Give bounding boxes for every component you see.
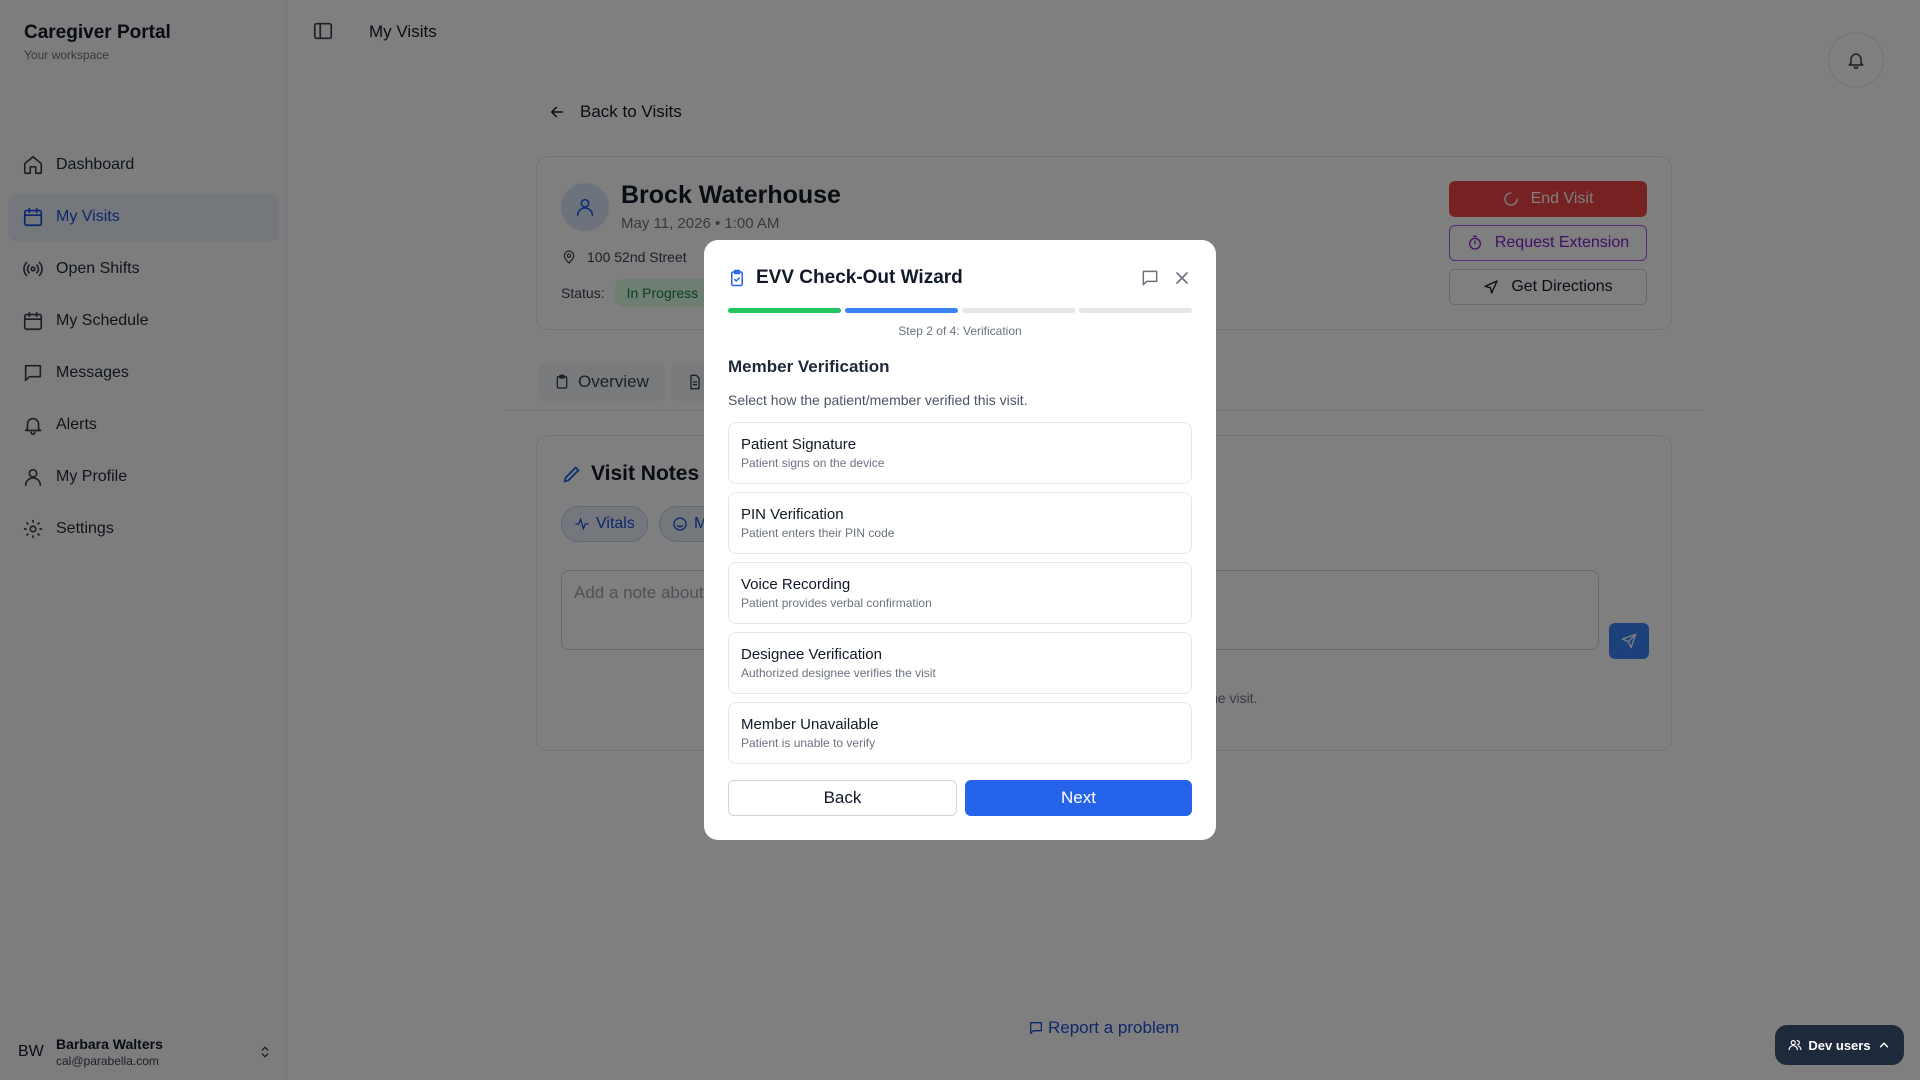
clipboard-check-icon — [731, 269, 743, 287]
next-button[interactable]: Next — [965, 780, 1192, 816]
step-label: Step 2 of 4: Verification — [898, 324, 1022, 338]
option-subtitle: Patient signs on the device — [741, 456, 885, 470]
dialog-footer: Back Next — [728, 780, 1192, 816]
option-title: Member Unavailable — [741, 716, 879, 733]
progress-segment — [845, 308, 958, 313]
dialog-actions — [1128, 268, 1192, 288]
option-subtitle: Patient enters their PIN code — [741, 526, 895, 540]
chevron-up-icon — [1879, 1042, 1888, 1048]
option-title: Patient Signature — [741, 436, 857, 453]
option-voice-recording[interactable]: Voice Recording Patient provides verbal … — [728, 562, 1192, 624]
feedback-icon[interactable] — [1140, 268, 1160, 288]
option-subtitle: Patient is unable to verify — [741, 736, 876, 750]
option-subtitle: Patient provides verbal confirmation — [741, 596, 932, 610]
progress-segment — [962, 308, 1075, 313]
dialog-title: EVV Check-Out Wizard — [756, 267, 963, 288]
option-title: Voice Recording — [741, 576, 851, 593]
option-subtitle: Authorized designee verifies the visit — [741, 666, 936, 680]
dev-users-label: Dev users — [1808, 1037, 1871, 1053]
evv-checkout-wizard-dialog: EVV Check-Out Wizard Step 2 of 4: Verifi… — [704, 240, 1216, 840]
back-button[interactable]: Back — [728, 780, 957, 816]
option-patient-signature[interactable]: Patient Signature Patient signs on the d… — [728, 422, 1192, 484]
option-title: Designee Verification — [741, 646, 882, 663]
wizard-progress — [728, 308, 1192, 313]
dialog-header: EVV Check-Out Wizard — [728, 266, 1192, 290]
section-title: Member Verification — [728, 357, 890, 376]
progress-segment — [1079, 308, 1192, 313]
option-pin-verification[interactable]: PIN Verification Patient enters their PI… — [728, 492, 1192, 554]
users-icon — [1789, 1040, 1802, 1051]
dev-users-button[interactable]: Dev users — [1775, 1025, 1904, 1065]
progress-segment — [728, 308, 841, 313]
option-title: PIN Verification — [741, 506, 844, 523]
section-description: Select how the patient/member verified t… — [728, 392, 1028, 408]
verification-options: Patient Signature Patient signs on the d… — [728, 422, 1192, 772]
option-member-unavailable[interactable]: Member Unavailable Patient is unable to … — [728, 702, 1192, 764]
close-icon[interactable] — [1172, 268, 1192, 288]
option-designee-verification[interactable]: Designee Verification Authorized designe… — [728, 632, 1192, 694]
